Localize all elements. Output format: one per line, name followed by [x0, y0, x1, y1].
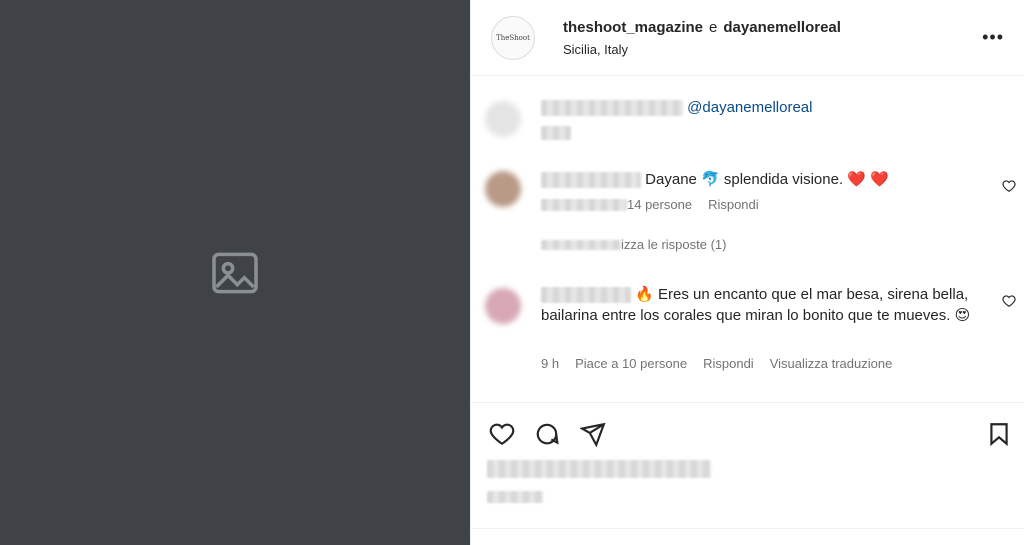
send-icon[interactable]	[580, 421, 606, 447]
view-replies-label[interactable]: izza le risposte (1)	[621, 237, 726, 252]
comment-like-icon[interactable]	[1002, 294, 1016, 308]
comment-likes[interactable]: 14 persone	[627, 197, 692, 212]
comments-list: @dayanemelloreal Dayane 🐬 splendida visi…	[471, 77, 1024, 402]
author-line: theshoot_magazine e dayanemelloreal	[563, 19, 982, 36]
comment-meta: 14 persone Rispondi	[541, 197, 759, 212]
redacted-username	[541, 287, 631, 304]
likes-summary	[487, 460, 711, 479]
caption-row: @dayanemelloreal	[471, 97, 1024, 147]
view-replies[interactable]: izza le risposte (1)	[541, 237, 726, 252]
caption-text: @dayanemelloreal	[541, 97, 984, 143]
post-side-panel: TheShoot theshoot_magazine e dayanemello…	[470, 0, 1024, 545]
translate-button[interactable]: Visualizza traduzione	[770, 356, 893, 371]
avatar[interactable]: TheShoot	[491, 15, 535, 60]
comment-row: Dayane 🐬 splendida visione. ❤️ ❤️ 14 per…	[471, 167, 1024, 257]
redacted-text	[541, 126, 571, 141]
comment-meta: 9 h Piace a 10 persone Rispondi Visualiz…	[541, 356, 892, 371]
comment-text: Dayane 🐬 splendida visione. ❤️ ❤️	[541, 169, 984, 190]
collaborator-username[interactable]: dayanemelloreal	[723, 19, 841, 36]
post-location[interactable]: Sicilia, Italy	[563, 42, 982, 57]
caption-avatar[interactable]	[485, 101, 521, 137]
comment-emoji: 😍	[954, 307, 971, 324]
comment-row: 🔥 Eres un encanto que el mar besa, siren…	[471, 282, 1024, 382]
comment-time: 9 h	[541, 356, 560, 371]
redacted-username	[541, 100, 683, 117]
comment-likes[interactable]: Piace a 10 persone	[575, 356, 687, 371]
redacted-date	[487, 491, 543, 504]
reply-button[interactable]: Rispondi	[708, 197, 759, 212]
comment-icon[interactable]	[534, 421, 560, 447]
post-date	[487, 488, 543, 504]
comment-avatar[interactable]	[485, 171, 521, 207]
avatar-text: TheShoot	[496, 33, 530, 42]
redacted-replies-prefix	[541, 239, 621, 250]
caption-mention[interactable]: @dayanemelloreal	[687, 99, 812, 116]
more-options-icon[interactable]: •••	[982, 27, 1004, 48]
post-header: TheShoot theshoot_magazine e dayanemello…	[471, 0, 1024, 76]
comment-text: 🔥 Eres un encanto que el mar besa, siren…	[541, 284, 984, 326]
heart-icon[interactable]	[489, 421, 515, 447]
author-username[interactable]: theshoot_magazine	[563, 19, 703, 36]
post-window: TheShoot theshoot_magazine e dayanemello…	[0, 0, 1024, 545]
comment-like-icon[interactable]	[1002, 179, 1016, 193]
post-media[interactable]	[0, 0, 470, 545]
comment-avatar[interactable]	[485, 288, 521, 324]
media-placeholder	[0, 0, 470, 545]
image-icon	[212, 252, 258, 293]
bookmark-icon[interactable]	[986, 421, 1012, 447]
header-text: theshoot_magazine e dayanemelloreal Sici…	[563, 19, 982, 57]
redacted-likes	[487, 460, 711, 479]
author-conjunction: e	[709, 18, 718, 36]
redacted-username	[541, 172, 641, 189]
comment-body: Dayane 🐬 splendida visione. ❤️ ❤️	[645, 171, 889, 188]
action-bar	[471, 402, 1024, 462]
redacted-meta	[541, 198, 627, 211]
comment-input-divider	[471, 528, 1024, 529]
reply-button[interactable]: Rispondi	[703, 356, 754, 371]
